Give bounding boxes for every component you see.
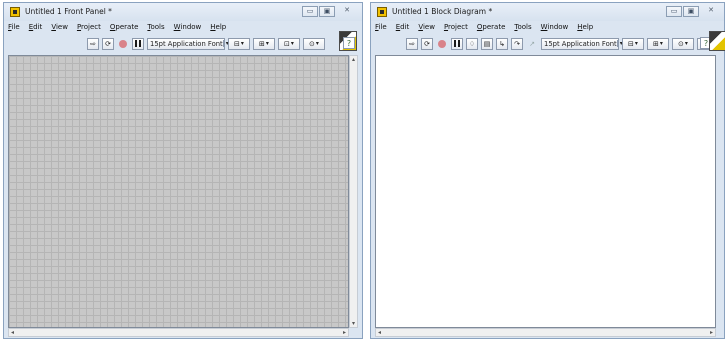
run-continuously-button[interactable]: ⟳ [102, 37, 114, 50]
align-objects-button[interactable]: ⊟ [228, 37, 250, 50]
menu-project[interactable]: Project [444, 22, 468, 33]
scroll-left-icon[interactable]: ◂ [378, 329, 381, 336]
run-button[interactable]: ⇨ [406, 37, 418, 50]
menu-operate[interactable]: Operate [477, 22, 505, 33]
vi-icon[interactable] [709, 31, 725, 51]
distribute-icon: ⊞ [653, 39, 659, 48]
reorder-button[interactable]: ⊙ [672, 37, 694, 50]
run-button[interactable]: ⇨ [87, 37, 99, 50]
menu-view[interactable]: View [418, 22, 435, 33]
abort-button[interactable] [117, 38, 129, 50]
step-into-icon: ↳ [499, 39, 505, 48]
retain-wire-values-icon: ▤ [483, 39, 491, 48]
horizontal-scrollbar[interactable]: ◂ ▸ [375, 328, 716, 337]
block-diagram-canvas[interactable] [375, 55, 716, 328]
distribute-objects-button[interactable]: ⊞ [647, 37, 669, 50]
run-continuously-button[interactable]: ⟳ [421, 37, 433, 50]
run-arrow-icon: ⇨ [90, 39, 96, 48]
menu-file[interactable]: File [375, 22, 387, 33]
maximize-button[interactable]: ▣ [319, 6, 335, 17]
run-continuous-icon: ⟳ [105, 39, 111, 48]
distribute-icon: ⊞ [259, 39, 265, 48]
toolbar: ⇨ ⟳ ♢ ▤ ↳ ↷ ↗ 15pt Application Font ▾ ⊟ … [406, 36, 709, 51]
align-icon: ⊟ [234, 39, 240, 48]
abort-button[interactable] [436, 38, 448, 50]
menu-bar: File Edit View Project Operate Tools Win… [8, 22, 226, 33]
menu-help[interactable]: Help [210, 22, 226, 33]
scroll-up-icon[interactable]: ▴ [350, 56, 357, 63]
menu-project[interactable]: Project [77, 22, 101, 33]
font-select[interactable]: 15pt Application Font ▾ [541, 37, 623, 50]
scroll-right-icon[interactable]: ▸ [343, 329, 346, 336]
scroll-left-icon[interactable]: ◂ [11, 329, 14, 336]
menu-tools[interactable]: Tools [514, 22, 531, 33]
highlight-execution-icon: ♢ [468, 39, 476, 48]
abort-icon [438, 39, 446, 48]
pause-icon [135, 40, 141, 47]
front-panel-titlebar[interactable]: Untitled 1 Front Panel * ▭ ▣ ✕ [4, 3, 362, 21]
step-over-icon: ↷ [514, 39, 520, 48]
horizontal-scrollbar[interactable]: ◂ ▸ [8, 328, 349, 337]
highlight-execution-button[interactable]: ♢ [466, 37, 478, 50]
close-button[interactable]: ✕ [700, 6, 722, 17]
front-panel-window: Untitled 1 Front Panel * ▭ ▣ ✕ File Edit… [3, 2, 363, 339]
menu-file[interactable]: File [8, 22, 20, 33]
minimize-button[interactable]: ▭ [302, 6, 318, 17]
retain-wire-values-button[interactable]: ▤ [481, 37, 493, 50]
pause-icon [454, 40, 460, 47]
minimize-button[interactable]: ▭ [666, 6, 682, 17]
window-title: Untitled 1 Block Diagram * [392, 7, 493, 16]
block-diagram-window: Untitled 1 Block Diagram * ▭ ▣ ✕ File Ed… [370, 2, 725, 339]
menu-edit[interactable]: Edit [396, 22, 410, 33]
align-objects-button[interactable]: ⊟ [622, 37, 644, 50]
abort-icon [119, 39, 127, 48]
front-panel-canvas[interactable] [8, 55, 349, 328]
context-help-button[interactable]: ? [343, 37, 355, 49]
font-select-value: 15pt Application Font [150, 39, 223, 48]
pause-button[interactable] [451, 37, 463, 50]
window-title: Untitled 1 Front Panel * [25, 7, 112, 16]
scroll-right-icon[interactable]: ▸ [710, 329, 713, 336]
labview-app-icon [10, 7, 20, 17]
window-controls: ▭ ▣ ✕ [302, 6, 358, 17]
labview-app-icon [377, 7, 387, 17]
run-continuous-icon: ⟳ [424, 39, 430, 48]
menu-view[interactable]: View [51, 22, 68, 33]
reorder-icon: ⊙ [678, 39, 684, 48]
reorder-icon: ⊙ [309, 39, 315, 48]
vertical-scrollbar[interactable]: ▴ ▾ [349, 55, 358, 328]
step-out-icon: ↗ [529, 39, 535, 48]
menu-window[interactable]: Window [541, 22, 569, 33]
block-diagram-titlebar[interactable]: Untitled 1 Block Diagram * ▭ ▣ ✕ [371, 3, 724, 21]
step-out-button[interactable]: ↗ [526, 38, 538, 50]
menu-window[interactable]: Window [174, 22, 202, 33]
resize-objects-button[interactable]: ⊡ [278, 37, 300, 50]
maximize-button[interactable]: ▣ [683, 6, 699, 17]
step-into-button[interactable]: ↳ [496, 37, 508, 50]
menu-operate[interactable]: Operate [110, 22, 138, 33]
font-select[interactable]: 15pt Application Font ▾ [147, 37, 229, 50]
font-select-value: 15pt Application Font [544, 39, 617, 48]
toolbar: ⇨ ⟳ 15pt Application Font ▾ ⊟ ⊞ ⊡ ⊙ [87, 36, 325, 51]
close-button[interactable]: ✕ [336, 6, 358, 17]
menu-edit[interactable]: Edit [29, 22, 43, 33]
align-icon: ⊟ [628, 39, 634, 48]
distribute-objects-button[interactable]: ⊞ [253, 37, 275, 50]
run-arrow-icon: ⇨ [409, 39, 415, 48]
step-over-button[interactable]: ↷ [511, 37, 523, 50]
menu-tools[interactable]: Tools [147, 22, 164, 33]
menu-help[interactable]: Help [577, 22, 593, 33]
scroll-down-icon[interactable]: ▾ [350, 320, 357, 327]
resize-icon: ⊡ [284, 39, 290, 48]
pause-button[interactable] [132, 37, 144, 50]
reorder-button[interactable]: ⊙ [303, 37, 325, 50]
menu-bar: File Edit View Project Operate Tools Win… [375, 22, 593, 33]
window-controls: ▭ ▣ ✕ [666, 6, 722, 17]
